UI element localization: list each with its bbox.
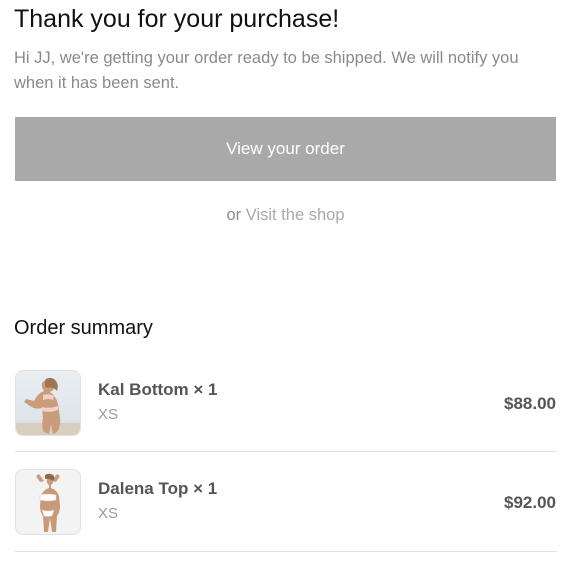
- item-variant: XS: [98, 406, 119, 423]
- line-item: Dalena Top × 1 XS $92.00: [15, 469, 557, 535]
- page-title: Thank you for your purchase!: [14, 5, 340, 33]
- item-price: $92.00: [504, 493, 556, 512]
- item-name: Dalena Top × 1: [98, 479, 218, 498]
- item-variant: XS: [98, 505, 119, 522]
- item-divider: [15, 551, 557, 552]
- item-name: Kal Bottom × 1: [98, 380, 218, 399]
- item-price: $88.00: [504, 394, 556, 413]
- product-photo-icon: [16, 470, 80, 534]
- item-divider: [15, 451, 557, 452]
- or-label: or: [226, 206, 242, 224]
- product-thumbnail-kal-bottom: [15, 370, 81, 436]
- product-photo-icon: [16, 371, 80, 435]
- visit-shop-link[interactable]: Visit the shop: [246, 206, 345, 224]
- product-thumbnail-dalena-top: [15, 469, 81, 535]
- line-item: Kal Bottom × 1 XS $88.00: [15, 370, 557, 436]
- confirmation-message: Hi JJ, we're getting your order ready to…: [14, 49, 519, 92]
- order-confirmation-page: Thank you for your purchase! Hi JJ, we'r…: [0, 0, 580, 580]
- view-order-button[interactable]: View your order: [15, 117, 556, 181]
- visit-shop-line: or Visit the shop: [15, 204, 556, 226]
- order-summary-title: Order summary: [14, 317, 153, 339]
